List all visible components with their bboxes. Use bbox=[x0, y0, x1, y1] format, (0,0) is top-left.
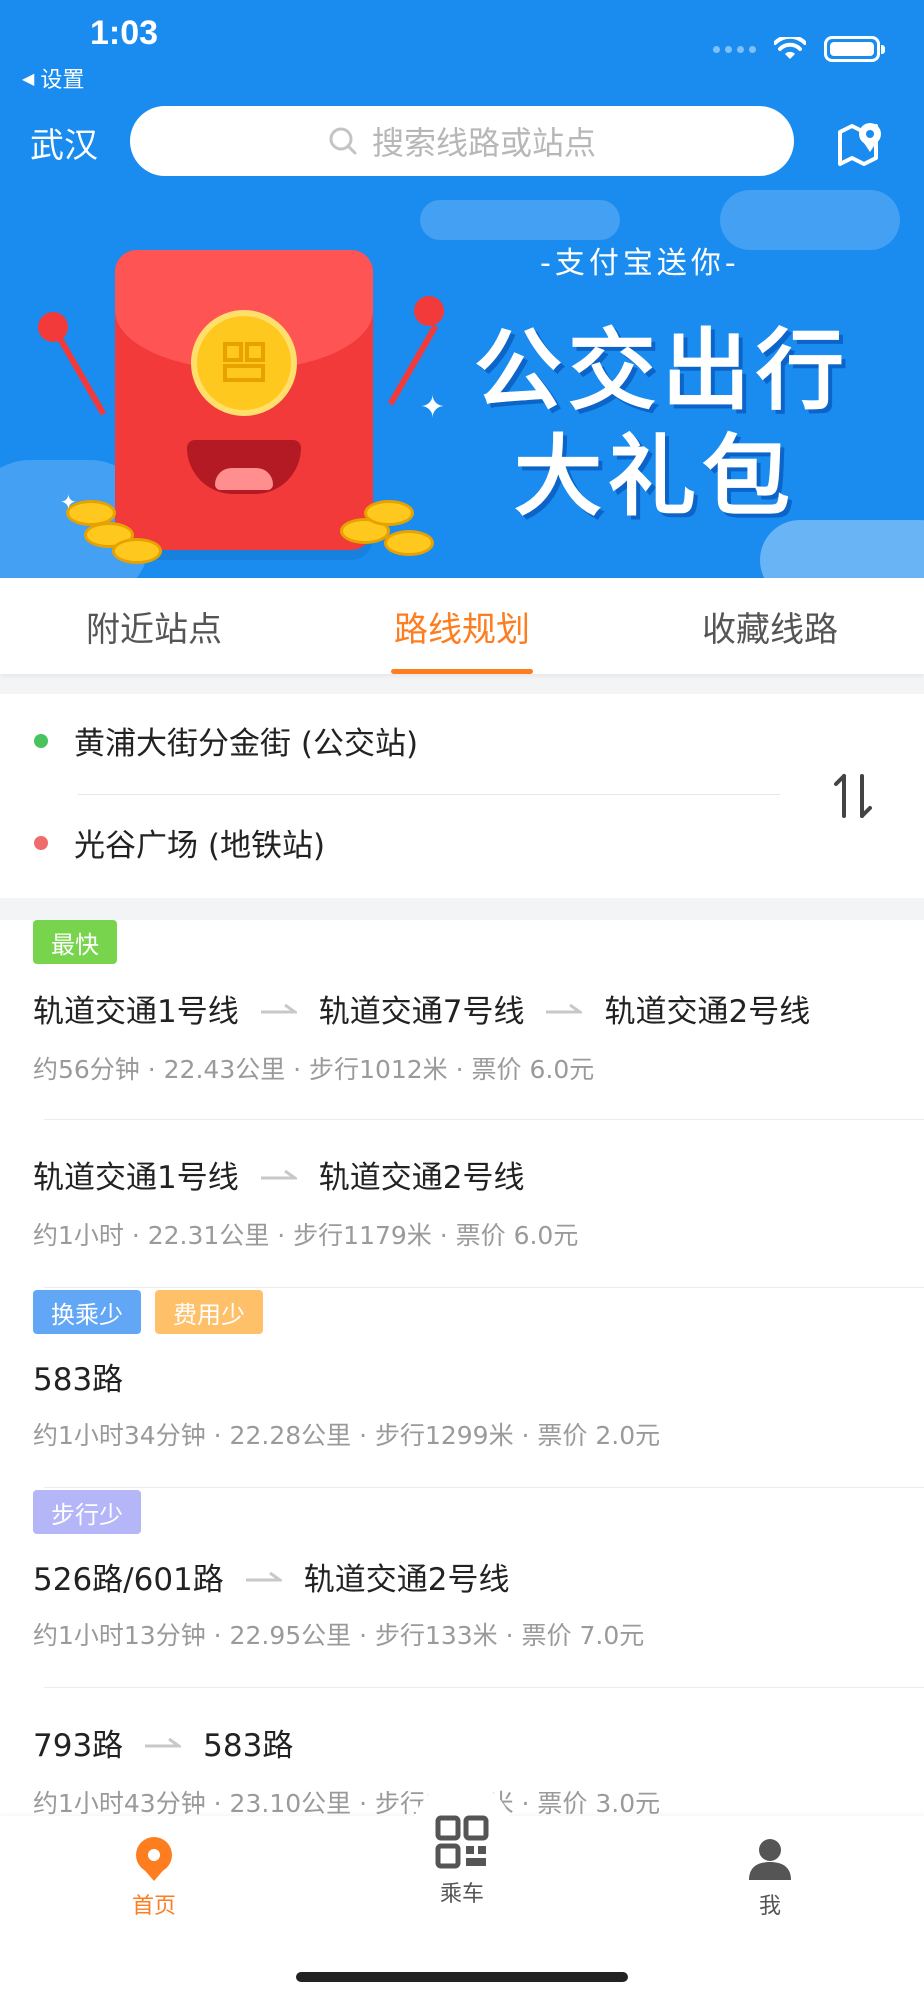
route-meta: 约1小时 · 22.31公里 · 步行1179米 · 票价 6.0元 bbox=[33, 1221, 579, 1250]
banner-title-line2: 大礼包 bbox=[514, 425, 797, 528]
line-name: 793路 bbox=[33, 1728, 124, 1764]
nav-ride[interactable]: 乘车 bbox=[382, 1814, 542, 1908]
nav-home-label: 首页 bbox=[131, 1894, 176, 1919]
search-icon bbox=[329, 127, 357, 155]
back-triangle-icon: ◀ bbox=[22, 68, 35, 88]
tag-lower-cost: 费用少 bbox=[155, 1290, 263, 1334]
banner-subtitle: -支付宝送你- bbox=[540, 246, 740, 281]
coin-qr-icon bbox=[191, 310, 297, 416]
tab-bar: 附近站点 路线规划 收藏线路 bbox=[0, 578, 924, 674]
nav-ride-label: 乘车 bbox=[439, 1882, 484, 1907]
tab-saved-routes[interactable]: 收藏线路 bbox=[616, 578, 924, 674]
tag-less-walking: 步行少 bbox=[33, 1490, 141, 1534]
home-indicator bbox=[296, 1972, 628, 1982]
nav-home[interactable]: 首页 bbox=[74, 1836, 234, 1920]
back-label: 设置 bbox=[40, 68, 85, 93]
line-name: 583路 bbox=[33, 1362, 124, 1398]
route-meta: 约1小时34分钟 · 22.28公里 · 步行1299米 · 票价 2.0元 bbox=[33, 1421, 661, 1450]
route-result[interactable]: 步行少 526路/601路 轨道交通2号线 约1小时13分钟 · 22.95公里… bbox=[0, 1488, 924, 1688]
transfer-arrow-icon bbox=[546, 1003, 583, 1013]
route-result[interactable]: 换乘少 费用少 583路 约1小时34分钟 · 22.28公里 · 步行1299… bbox=[0, 1288, 924, 1488]
map-pin-icon[interactable] bbox=[836, 118, 886, 168]
destination-dot bbox=[34, 835, 48, 850]
search-input[interactable]: 搜索线路或站点 bbox=[130, 106, 794, 176]
destination-field[interactable]: 光谷广场 (地铁站) bbox=[34, 820, 325, 865]
route-divider bbox=[78, 794, 780, 795]
transfer-arrow-icon bbox=[260, 1003, 297, 1013]
line-name: 轨道交通2号线 bbox=[318, 1160, 525, 1196]
route-results-list: 最快 轨道交通1号线 轨道交通7号线 轨道交通2号线 约56分钟 · 22.43… bbox=[0, 920, 924, 1816]
home-pin-icon bbox=[136, 1837, 172, 1881]
tab-route-planning[interactable]: 路线规划 bbox=[308, 578, 616, 674]
tag-fewer-transfers: 换乘少 bbox=[33, 1290, 141, 1334]
route-input-card: 黄浦大街分金街 (公交站) 光谷广场 (地铁站) bbox=[0, 694, 924, 898]
line-name: 583路 bbox=[203, 1728, 294, 1764]
destination-label: 光谷广场 (地铁站) bbox=[74, 828, 326, 864]
bottom-nav: 首页 乘车 我 bbox=[0, 1782, 924, 2000]
swap-icon[interactable] bbox=[832, 772, 876, 820]
origin-field[interactable]: 黄浦大街分金街 (公交站) bbox=[34, 718, 418, 763]
route-result[interactable]: 最快 轨道交通1号线 轨道交通7号线 轨道交通2号线 约56分钟 · 22.43… bbox=[0, 920, 924, 1120]
tag-fastest: 最快 bbox=[33, 920, 117, 964]
nav-me-label: 我 bbox=[758, 1894, 781, 1919]
transfer-arrow-icon bbox=[145, 1737, 182, 1747]
city-selector[interactable]: 武汉 bbox=[30, 118, 98, 167]
line-name: 轨道交通1号线 bbox=[33, 1160, 239, 1196]
signal-icon bbox=[713, 45, 756, 53]
route-meta: 约1小时13分钟 · 22.95公里 · 步行133米 · 票价 7.0元 bbox=[33, 1621, 645, 1650]
line-name: 轨道交通2号线 bbox=[604, 994, 811, 1030]
promo-banner[interactable]: ✦ ✦ -支付宝送你- 公交出行 大礼包 bbox=[0, 190, 924, 578]
header-area: 1:03 ◀ 设置 武汉 搜索线路或站点 ✦ ✦ -支付宝送你- 公交出行 大礼… bbox=[0, 0, 924, 578]
transfer-arrow-icon bbox=[245, 1571, 282, 1581]
user-icon bbox=[749, 1839, 791, 1880]
red-envelope-illustration bbox=[115, 250, 373, 550]
qr-code-icon bbox=[435, 1815, 489, 1869]
status-time: 1:03 bbox=[90, 14, 159, 52]
transfer-arrow-icon bbox=[260, 1169, 297, 1179]
search-placeholder: 搜索线路或站点 bbox=[371, 124, 596, 162]
route-meta: 约56分钟 · 22.43公里 · 步行1012米 · 票价 6.0元 bbox=[33, 1055, 595, 1084]
origin-label: 黄浦大街分金街 (公交站) bbox=[74, 726, 419, 762]
nav-me[interactable]: 我 bbox=[690, 1836, 850, 1920]
line-name: 526路/601路 bbox=[33, 1562, 224, 1598]
tab-nearby-stops[interactable]: 附近站点 bbox=[0, 578, 308, 674]
line-name: 轨道交通2号线 bbox=[303, 1562, 510, 1598]
origin-dot bbox=[34, 733, 48, 748]
status-icons bbox=[713, 36, 885, 62]
back-to-settings[interactable]: ◀ 设置 bbox=[22, 62, 84, 94]
route-result[interactable]: 轨道交通1号线 轨道交通2号线 约1小时 · 22.31公里 · 步行1179米… bbox=[0, 1120, 924, 1288]
line-name: 轨道交通1号线 bbox=[33, 994, 239, 1030]
battery-icon bbox=[824, 36, 885, 62]
wifi-icon bbox=[774, 37, 806, 59]
route-meta: 约1小时43分钟 · 23.10公里 · 步行1094米 · 票价 3.0元 bbox=[33, 1789, 661, 1816]
line-name: 轨道交通7号线 bbox=[318, 994, 525, 1030]
